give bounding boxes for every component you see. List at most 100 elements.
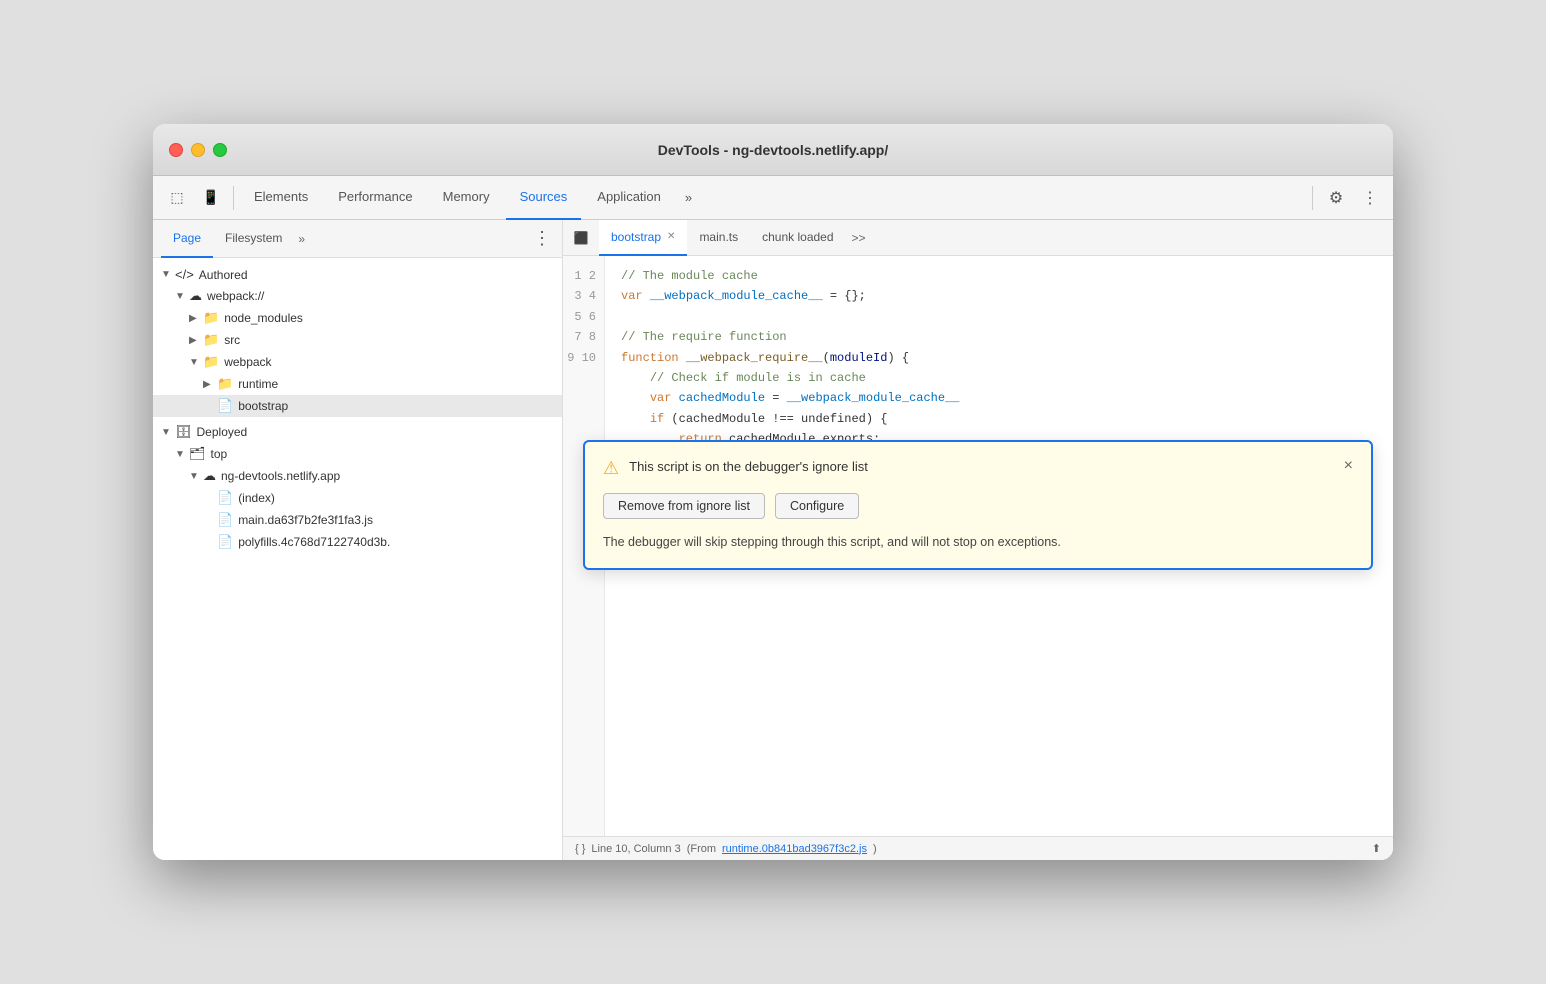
close-button[interactable] [169,143,183,157]
authored-label: Authored [199,268,248,282]
list-item[interactable]: ▼ ☁ webpack:// [153,285,562,307]
tree-arrow: ▼ [189,471,203,482]
overlay-close-button[interactable]: × [1344,458,1353,474]
runtime-label: runtime [238,377,278,391]
webpack-label: webpack:// [207,289,264,303]
devtools-window: DevTools - ng-devtools.netlify.app/ ⬚ 📱 … [153,124,1393,860]
file-icon: 📄 [217,512,233,528]
window-title: DevTools - ng-devtools.netlify.app/ [658,142,889,158]
tab-filesystem[interactable]: Filesystem [213,220,294,258]
deployed-icon: 🗄 [175,424,192,440]
tree-arrow [203,401,217,412]
tab-close-icon[interactable]: ✕ [667,231,675,242]
list-item[interactable]: 📄 bootstrap [153,395,562,417]
main-content: Page Filesystem » ⋮ ▼ </> Authored ▼ [153,220,1393,860]
scroll-to-top-icon[interactable]: ⬆ [1372,842,1381,855]
tree-arrow: ▼ [175,449,189,460]
source-link[interactable]: runtime.0b841bad3967f3c2.js [722,843,867,855]
tree-arrow: ▼ [161,427,175,438]
inspect-icon[interactable]: ⬚ [161,182,193,214]
tab-more[interactable]: » [677,176,700,220]
configure-button[interactable]: Configure [775,493,859,519]
list-item[interactable]: ▶ 📁 runtime [153,373,562,395]
position-info: Line 10, Column 3 [591,843,680,855]
tree-arrow: ▼ [189,357,203,368]
minimize-button[interactable] [191,143,205,157]
list-item[interactable]: ▼ </> Authored [153,264,562,285]
file-icon: 📄 [217,398,233,414]
title-bar: DevTools - ng-devtools.netlify.app/ [153,124,1393,176]
left-tab-more[interactable]: » [294,232,309,246]
list-item[interactable]: ▼ 📁 webpack [153,351,562,373]
tree-arrow [203,515,217,526]
tab-chunk-loaded[interactable]: chunk loaded [750,220,845,256]
cloud-icon: ☁ [203,468,216,484]
device-icon[interactable]: 📱 [195,182,227,214]
editor-tab-more[interactable]: >> [846,231,872,245]
file-icon: 📄 [217,534,233,550]
overlay-header: ⚠ This script is on the debugger's ignor… [603,458,1353,479]
left-panel: Page Filesystem » ⋮ ▼ </> Authored ▼ [153,220,563,860]
main-js-label: main.da63f7b2fe3f1fa3.js [238,513,373,527]
list-item[interactable]: ▼ 🗂 top [153,443,562,465]
list-item[interactable]: ▶ 📁 src [153,329,562,351]
list-item[interactable]: ▼ ☁ ng-devtools.netlify.app [153,465,562,487]
more-options-icon[interactable]: ⋮ [1355,183,1385,213]
folder-icon: 📁 [217,376,233,392]
ignore-list-overlay: ⚠ This script is on the debugger's ignor… [583,440,1373,570]
polyfills-label: polyfills.4c768d7122740d3b. [238,535,390,549]
sidebar-toggle-icon[interactable]: ⬛ [567,224,595,252]
tab-right-controls: ⚙ ⋮ [1308,183,1385,213]
tab-application[interactable]: Application [583,176,675,220]
left-tabs: Page Filesystem » ⋮ [153,220,562,258]
deployed-label: Deployed [197,425,248,439]
tree-arrow: ▼ [161,269,175,280]
folder-icon: 📁 [203,310,219,326]
close-paren: ) [873,843,877,855]
tab-performance[interactable]: Performance [324,176,426,220]
cloud-icon: ☁ [189,288,202,304]
src-label: src [224,333,240,347]
tree-arrow [203,537,217,548]
tree-arrow: ▶ [203,379,217,390]
file-tree: ▼ </> Authored ▼ ☁ webpack:// ▶ 📁 node_m… [153,258,562,860]
folder-icon: 📁 [203,332,219,348]
warning-icon: ⚠ [603,458,619,479]
list-item[interactable]: 📄 (index) [153,487,562,509]
bootstrap-label: bootstrap [238,399,288,413]
remove-from-ignore-list-button[interactable]: Remove from ignore list [603,493,765,519]
tree-arrow [203,493,217,504]
list-item[interactable]: ▶ 📁 node_modules [153,307,562,329]
status-bar: { } Line 10, Column 3 (From runtime.0b84… [563,836,1393,860]
traffic-lights [169,143,227,157]
tab-main-ts[interactable]: main.ts [687,220,750,256]
ng-devtools-label: ng-devtools.netlify.app [221,469,340,483]
left-menu-button[interactable]: ⋮ [530,227,554,251]
authored-icon: </> [175,267,194,282]
maximize-button[interactable] [213,143,227,157]
tab-bar: ⬚ 📱 Elements Performance Memory Sources … [153,176,1393,220]
tab-bootstrap[interactable]: bootstrap ✕ [599,220,687,256]
settings-icon[interactable]: ⚙ [1321,183,1351,213]
tree-arrow: ▶ [189,313,203,324]
list-item[interactable]: 📄 polyfills.4c768d7122740d3b. [153,531,562,553]
file-icon: 📄 [217,490,233,506]
list-item[interactable]: 📄 main.da63f7b2fe3f1fa3.js [153,509,562,531]
overlay-title: This script is on the debugger's ignore … [629,458,868,476]
tab-sources[interactable]: Sources [506,176,582,220]
tab-page[interactable]: Page [161,220,213,258]
overlay-buttons: Remove from ignore list Configure [603,493,1353,519]
tab-elements[interactable]: Elements [240,176,322,220]
list-item[interactable]: ▼ 🗄 Deployed [153,421,562,443]
tab-separator-2 [1312,186,1313,210]
folder-icon: 🗂 [189,446,206,462]
folder-icon: 📁 [203,354,219,370]
format-icon[interactable]: { } [575,843,585,855]
overlay-description: The debugger will skip stepping through … [603,533,1353,552]
editor-tabs: ⬛ bootstrap ✕ main.ts chunk loaded >> [563,220,1393,256]
right-panel: ⬛ bootstrap ✕ main.ts chunk loaded >> 1 … [563,220,1393,860]
top-label: top [211,447,228,461]
tree-arrow: ▶ [189,335,203,346]
tab-separator [233,186,234,210]
tab-memory[interactable]: Memory [429,176,504,220]
